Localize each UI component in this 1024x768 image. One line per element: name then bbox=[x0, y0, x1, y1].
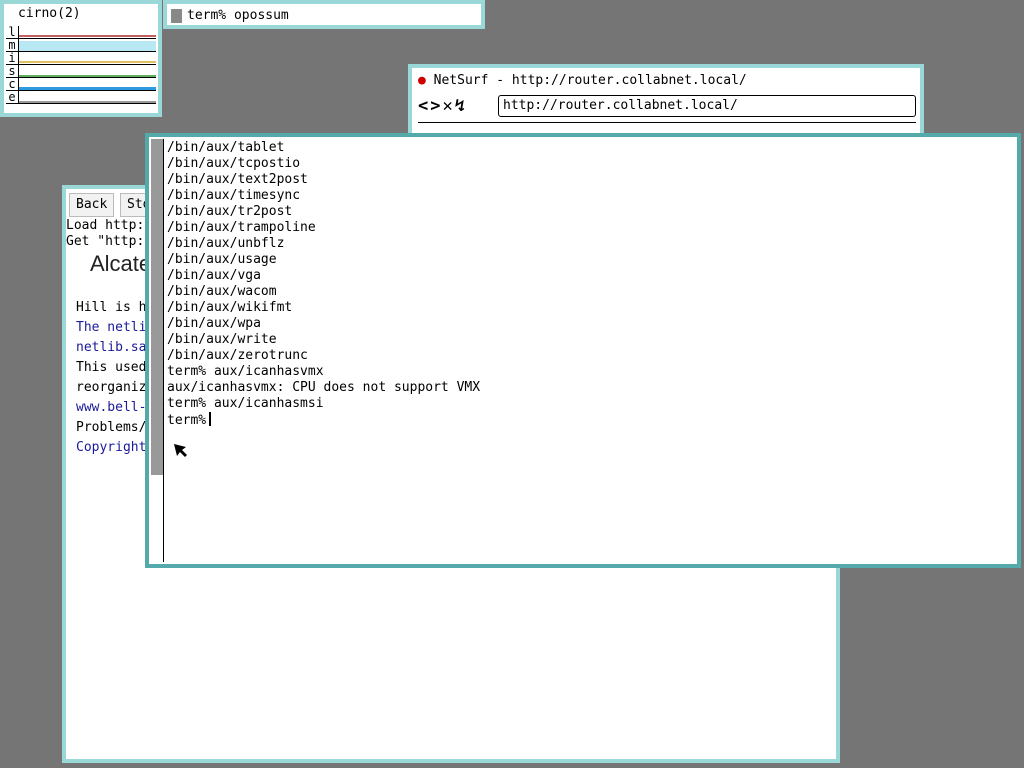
netsurf-title: ● NetSurf - http://router.collabnet.loca… bbox=[418, 73, 747, 89]
alcatel-logo: Alcate bbox=[90, 251, 152, 276]
content-line-7: Problems/ bbox=[76, 420, 147, 435]
terminal-scrollbar[interactable] bbox=[151, 139, 164, 562]
netsurf-divider bbox=[418, 122, 916, 123]
terminal-line: /bin/aux/tcpostio bbox=[167, 156, 301, 171]
terminal-line: /bin/aux/wacom bbox=[167, 284, 277, 299]
status-line-get: Get "http: bbox=[66, 234, 145, 249]
terminal-prompt: term% bbox=[167, 413, 207, 428]
terminal-line: aux/icanhasvmx: CPU does not support VMX bbox=[167, 380, 481, 395]
term-label-text: term% opossum bbox=[187, 8, 289, 23]
terminal-line: term% aux/icanhasmsi bbox=[167, 396, 324, 411]
terminal-line: /bin/aux/vga bbox=[167, 268, 261, 283]
mouse-pointer-icon bbox=[174, 444, 187, 457]
status-line-load: Load http: bbox=[66, 218, 145, 233]
content-line-2[interactable]: The netli bbox=[76, 320, 146, 336]
terminal-prompt-line[interactable]: term% bbox=[167, 412, 480, 429]
stats-title: cirno(2) bbox=[18, 6, 81, 21]
terminal-line: /bin/aux/trampoline bbox=[167, 220, 316, 235]
ether-graph bbox=[19, 91, 156, 104]
terminal-line: /bin/aux/tr2post bbox=[167, 204, 293, 219]
terminal-line: /bin/aux/zerotrunc bbox=[167, 348, 308, 363]
intr-graph bbox=[19, 52, 156, 65]
terminal-line: /bin/aux/usage bbox=[167, 252, 277, 267]
term-label-window[interactable]: term% opossum bbox=[163, 0, 485, 29]
context-graph bbox=[19, 78, 156, 91]
text-cursor bbox=[209, 412, 212, 426]
netsurf-title-text: NetSurf - http://router.collabnet.local/ bbox=[433, 73, 747, 88]
content-line-4: This used bbox=[76, 360, 147, 375]
stats-window[interactable]: cirno(2) l m i s c e bbox=[0, 0, 162, 117]
content-line-6[interactable]: www.bell- bbox=[76, 400, 146, 416]
content-line-5: reorganiz bbox=[76, 380, 147, 395]
stats-label-ether: e bbox=[6, 91, 18, 104]
netsurf-url-input[interactable]: http://router.collabnet.local/ bbox=[498, 95, 916, 117]
content-line-1: Hill is h bbox=[76, 300, 147, 315]
terminal-line: /bin/aux/wikifmt bbox=[167, 300, 293, 315]
netsurf-nav-buttons[interactable]: <>✕↯ bbox=[418, 96, 467, 116]
terminal-line: /bin/aux/tablet bbox=[167, 140, 285, 155]
terminal-line: term% aux/icanhasvmx bbox=[167, 364, 324, 379]
terminal-line: /bin/aux/unbflz bbox=[167, 236, 285, 251]
netsurf-logo-icon: ● bbox=[418, 73, 426, 88]
stats-graphs bbox=[19, 26, 156, 104]
terminal-line: /bin/aux/write bbox=[167, 332, 277, 347]
terminal-line: /bin/aux/timesync bbox=[167, 188, 301, 203]
terminal-window[interactable]: /bin/aux/tablet/bin/aux/tcpostio/bin/aux… bbox=[145, 133, 1021, 568]
scrollbar-thumb[interactable] bbox=[171, 9, 182, 23]
syscall-graph bbox=[19, 65, 156, 78]
content-line-8[interactable]: Copyright bbox=[76, 440, 146, 456]
terminal-line: /bin/aux/wpa bbox=[167, 316, 261, 331]
load-graph bbox=[19, 26, 156, 39]
back-button[interactable]: Back bbox=[69, 193, 115, 217]
terminal-line: /bin/aux/text2post bbox=[167, 172, 308, 187]
memory-graph bbox=[19, 39, 156, 52]
terminal-scrollbar-thumb[interactable] bbox=[151, 139, 163, 475]
content-line-3[interactable]: netlib.sa bbox=[76, 340, 146, 356]
netsurf-window[interactable]: ● NetSurf - http://router.collabnet.loca… bbox=[408, 64, 924, 142]
terminal-output[interactable]: /bin/aux/tablet/bin/aux/tcpostio/bin/aux… bbox=[167, 140, 480, 429]
stats-labels: l m i s c e bbox=[6, 26, 19, 104]
